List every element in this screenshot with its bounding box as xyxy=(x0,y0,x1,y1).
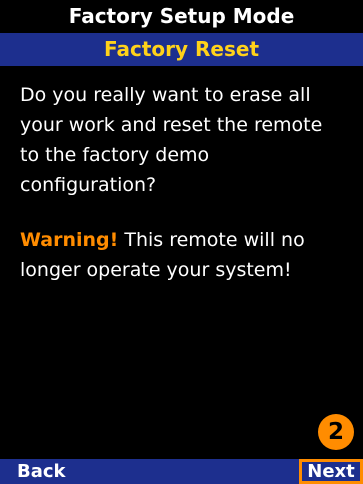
softkey-bar: Back Next xyxy=(0,459,363,484)
next-button[interactable]: Next xyxy=(299,459,363,484)
confirmation-message: Do you really want to erase all your wor… xyxy=(20,84,323,196)
warning-message: Warning! This remote will no longer oper… xyxy=(20,225,345,285)
screen-title: Factory Reset xyxy=(0,33,363,66)
back-button[interactable]: Back xyxy=(17,459,66,484)
step-number-badge: 2 xyxy=(318,414,354,450)
mode-header: Factory Setup Mode xyxy=(0,0,363,33)
warning-label: Warning! xyxy=(20,229,119,251)
